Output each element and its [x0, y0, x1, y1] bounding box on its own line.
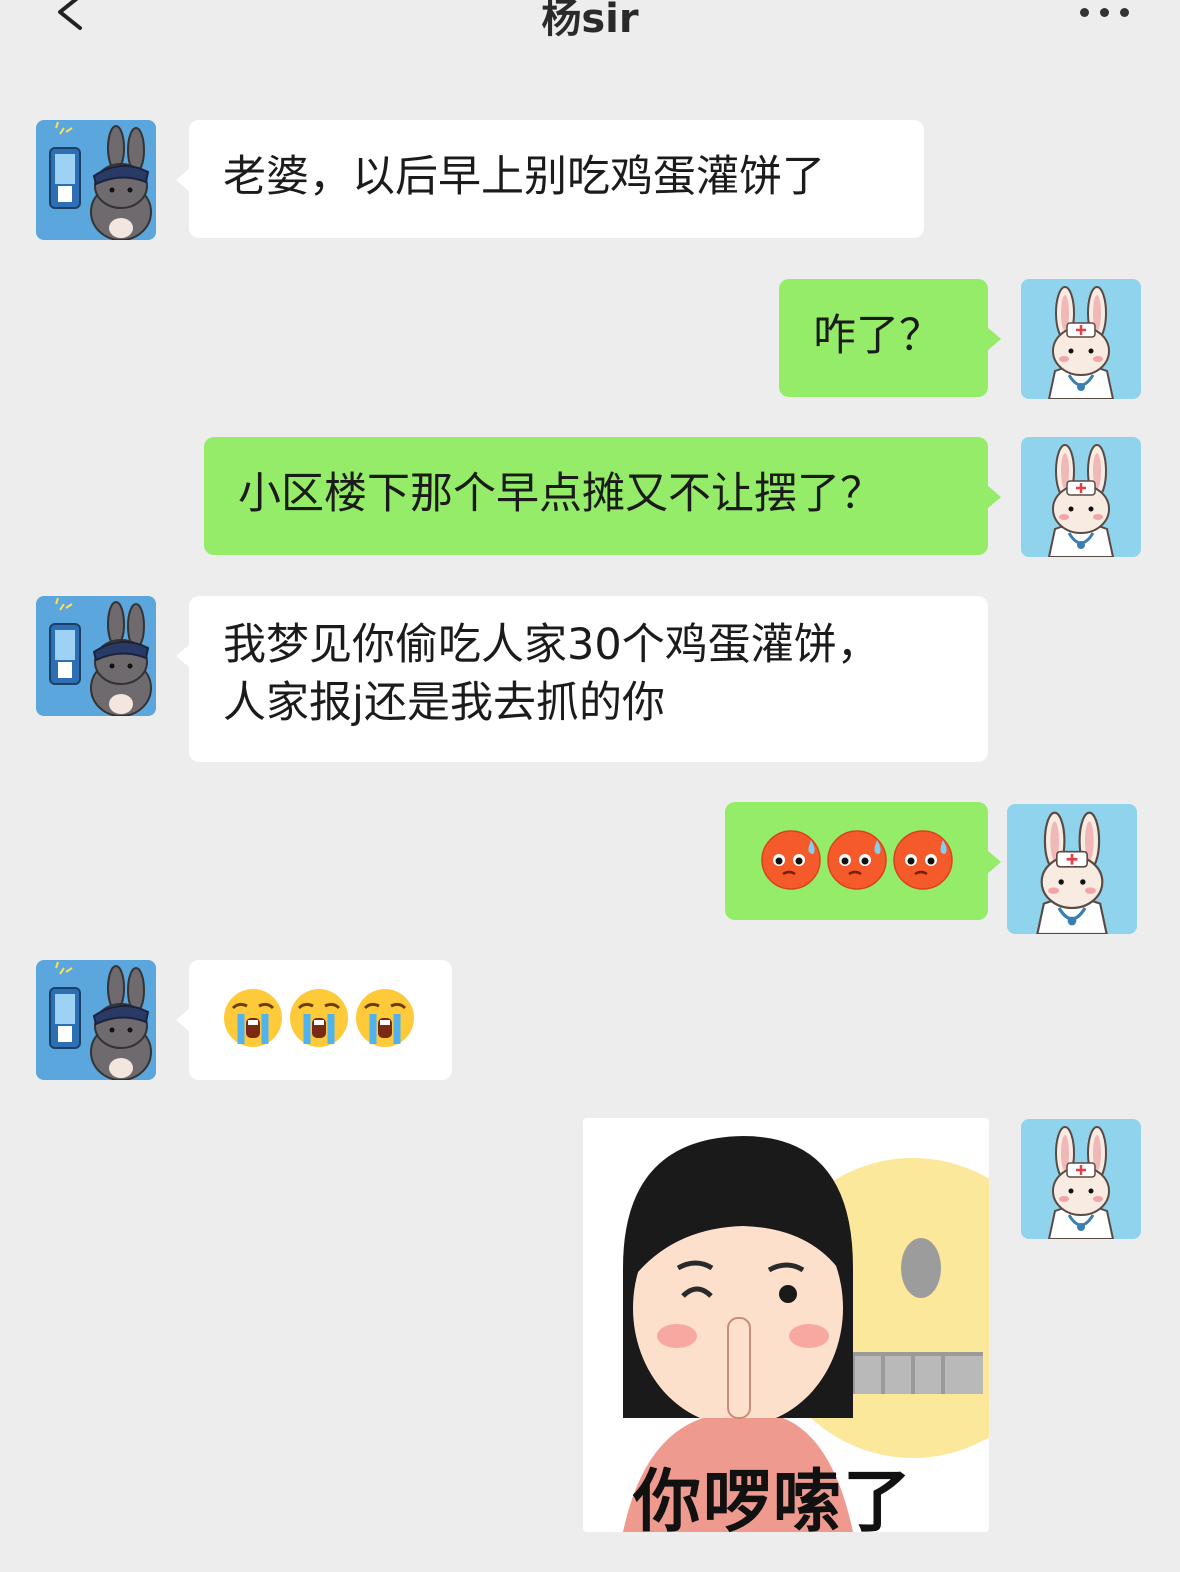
chat-header: 杨sir: [0, 0, 1180, 60]
message-text: 老婆，以后早上别吃鸡蛋灌饼了: [223, 152, 825, 202]
contact-avatar[interactable]: [36, 120, 156, 240]
contact-avatar[interactable]: [36, 596, 156, 716]
message-text: 咋了？: [813, 311, 942, 361]
message-text: 小区楼下那个早点摊又不让摆了？: [238, 469, 883, 519]
contact-avatar[interactable]: [36, 960, 156, 1080]
message-bubble-outgoing[interactable]: 小区楼下那个早点摊又不让摆了？: [204, 437, 1001, 555]
message-text: 我梦见你偷吃人家30个鸡蛋灌饼， 人家报j还是我去抓的你: [223, 620, 880, 728]
sweating-face-emoji-icon: [761, 830, 954, 891]
sticker-caption: 你啰嗦了: [633, 1463, 914, 1532]
police-bunny-avatar-icon: [36, 596, 156, 716]
sticker-message[interactable]: 你啰嗦了: [583, 1118, 989, 1532]
police-bunny-avatar-icon: [36, 960, 156, 1080]
message-bubble-outgoing[interactable]: [725, 802, 1001, 920]
my-avatar[interactable]: [1007, 804, 1137, 934]
nurse-bunny-avatar-icon: [1021, 1119, 1141, 1239]
chat-title: 杨sir: [541, 0, 639, 42]
nurse-bunny-avatar-icon: [1021, 437, 1141, 557]
loudly-crying-face-emoji-icon: [223, 988, 423, 1050]
message-bubble-incoming[interactable]: 老婆，以后早上别吃鸡蛋灌饼了: [176, 120, 924, 238]
my-avatar[interactable]: [1021, 437, 1141, 557]
message-bubble-incoming[interactable]: [176, 960, 452, 1080]
nurse-bunny-avatar-icon: [1021, 279, 1141, 399]
police-bunny-avatar-icon: [36, 120, 156, 240]
message-bubble-outgoing[interactable]: 咋了？: [779, 279, 1001, 397]
my-avatar[interactable]: [1021, 279, 1141, 399]
ellipsis-icon: [1080, 8, 1089, 17]
my-avatar[interactable]: [1021, 1119, 1141, 1239]
more-options-button[interactable]: [1076, 0, 1136, 30]
message-bubble-incoming[interactable]: 我梦见你偷吃人家30个鸡蛋灌饼， 人家报j还是我去抓的你: [176, 596, 988, 762]
nurse-bunny-avatar-icon: [1007, 804, 1137, 934]
